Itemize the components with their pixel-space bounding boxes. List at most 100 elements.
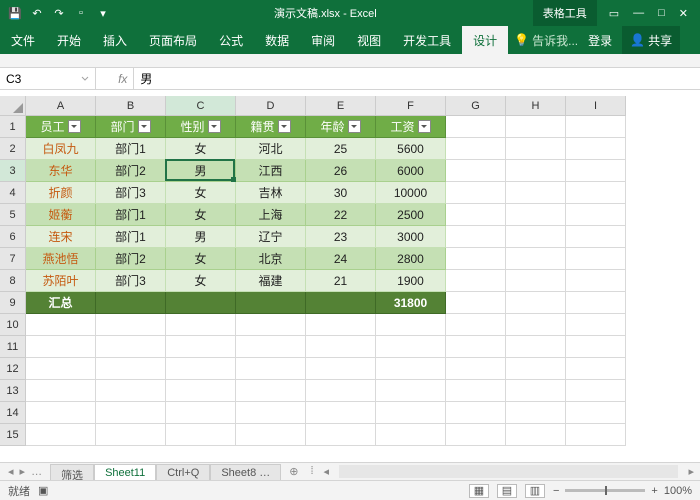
cell-A7[interactable]: 燕池悟 (26, 248, 96, 270)
cell-H14[interactable] (506, 402, 566, 424)
cell-E15[interactable] (306, 424, 376, 446)
cell-C11[interactable] (166, 336, 236, 358)
cell-E8[interactable]: 21 (306, 270, 376, 292)
cell-A4[interactable]: 折颜 (26, 182, 96, 204)
cell-E13[interactable] (306, 380, 376, 402)
col-header-C[interactable]: C (166, 96, 236, 116)
cell-A1[interactable]: 员工 (26, 116, 96, 138)
cell-C13[interactable] (166, 380, 236, 402)
filter-dropdown-icon[interactable] (68, 120, 81, 133)
cell-G14[interactable] (446, 402, 506, 424)
cell-G11[interactable] (446, 336, 506, 358)
tab-nav-more-icon[interactable]: … (31, 466, 42, 478)
cell-F10[interactable] (376, 314, 446, 336)
cell-C14[interactable] (166, 402, 236, 424)
cell-F5[interactable]: 2500 (376, 204, 446, 226)
cell-F1[interactable]: 工资 (376, 116, 446, 138)
cell-H4[interactable] (506, 182, 566, 204)
row-header-7[interactable]: 7 (0, 248, 26, 270)
cell-F9[interactable]: 31800 (376, 292, 446, 314)
row-header-11[interactable]: 11 (0, 336, 26, 358)
row-header-15[interactable]: 15 (0, 424, 26, 446)
cell-B8[interactable]: 部门3 (96, 270, 166, 292)
cell-I2[interactable] (566, 138, 626, 160)
cell-C15[interactable] (166, 424, 236, 446)
cell-C8[interactable]: 女 (166, 270, 236, 292)
cell-G12[interactable] (446, 358, 506, 380)
cell-I14[interactable] (566, 402, 626, 424)
tell-me[interactable]: 💡告诉我... (514, 32, 578, 49)
cell-F8[interactable]: 1900 (376, 270, 446, 292)
sheet-tab-filter[interactable]: 筛选 (50, 464, 94, 480)
cell-D15[interactable] (236, 424, 306, 446)
cell-E9[interactable] (306, 292, 376, 314)
cell-H6[interactable] (506, 226, 566, 248)
undo-icon[interactable]: ↶ (30, 7, 44, 20)
cell-B6[interactable]: 部门1 (96, 226, 166, 248)
cell-G10[interactable] (446, 314, 506, 336)
cell-B5[interactable]: 部门1 (96, 204, 166, 226)
row-header-13[interactable]: 13 (0, 380, 26, 402)
scroll-right-icon[interactable]: ▸ (682, 463, 700, 480)
cell-F11[interactable] (376, 336, 446, 358)
cell-B2[interactable]: 部门1 (96, 138, 166, 160)
cell-H7[interactable] (506, 248, 566, 270)
cell-I3[interactable] (566, 160, 626, 182)
cell-D8[interactable]: 福建 (236, 270, 306, 292)
cell-B11[interactable] (96, 336, 166, 358)
cell-A5[interactable]: 姬蘅 (26, 204, 96, 226)
minimize-icon[interactable]: — (633, 7, 644, 20)
cell-B12[interactable] (96, 358, 166, 380)
cell-G2[interactable] (446, 138, 506, 160)
cell-H1[interactable] (506, 116, 566, 138)
cell-H9[interactable] (506, 292, 566, 314)
tab-dev[interactable]: 开发工具 (392, 26, 462, 54)
col-header-B[interactable]: B (96, 96, 166, 116)
col-header-F[interactable]: F (376, 96, 446, 116)
cell-I9[interactable] (566, 292, 626, 314)
cell-B14[interactable] (96, 402, 166, 424)
cell-A8[interactable]: 苏陌叶 (26, 270, 96, 292)
cell-B13[interactable] (96, 380, 166, 402)
cell-I13[interactable] (566, 380, 626, 402)
cell-E3[interactable]: 26 (306, 160, 376, 182)
tab-design[interactable]: 设计 (462, 26, 508, 54)
cell-C3[interactable]: 男 (166, 160, 236, 182)
cell-D10[interactable] (236, 314, 306, 336)
sheet-tab-sheet11[interactable]: Sheet11 (94, 464, 156, 480)
cell-G7[interactable] (446, 248, 506, 270)
cell-D4[interactable]: 吉林 (236, 182, 306, 204)
cell-F13[interactable] (376, 380, 446, 402)
col-header-G[interactable]: G (446, 96, 506, 116)
view-break-icon[interactable]: ▥ (525, 484, 545, 498)
cell-E2[interactable]: 25 (306, 138, 376, 160)
cell-I8[interactable] (566, 270, 626, 292)
login-link[interactable]: 登录 (578, 32, 622, 49)
cell-D12[interactable] (236, 358, 306, 380)
row-header-9[interactable]: 9 (0, 292, 26, 314)
cell-A3[interactable]: 东华 (26, 160, 96, 182)
cell-F15[interactable] (376, 424, 446, 446)
cell-F6[interactable]: 3000 (376, 226, 446, 248)
zoom-out-icon[interactable]: − (553, 485, 559, 497)
formula-input[interactable]: 男 (134, 68, 700, 89)
row-header-1[interactable]: 1 (0, 116, 26, 138)
tab-nav-prev-icon[interactable]: ◂ (8, 465, 14, 478)
cell-A13[interactable] (26, 380, 96, 402)
tab-layout[interactable]: 页面布局 (138, 26, 208, 54)
cell-E6[interactable]: 23 (306, 226, 376, 248)
filter-dropdown-icon[interactable] (418, 120, 431, 133)
cell-H8[interactable] (506, 270, 566, 292)
cell-D1[interactable]: 籍贯 (236, 116, 306, 138)
cell-A12[interactable] (26, 358, 96, 380)
cell-I15[interactable] (566, 424, 626, 446)
cell-D13[interactable] (236, 380, 306, 402)
tab-review[interactable]: 审阅 (300, 26, 346, 54)
cell-C2[interactable]: 女 (166, 138, 236, 160)
cell-E11[interactable] (306, 336, 376, 358)
cell-H11[interactable] (506, 336, 566, 358)
row-header-12[interactable]: 12 (0, 358, 26, 380)
cell-B3[interactable]: 部门2 (96, 160, 166, 182)
spreadsheet-grid[interactable]: 123456789101112131415 ABCDEFGHI 员工部门性别籍贯… (0, 96, 700, 462)
cell-C6[interactable]: 男 (166, 226, 236, 248)
